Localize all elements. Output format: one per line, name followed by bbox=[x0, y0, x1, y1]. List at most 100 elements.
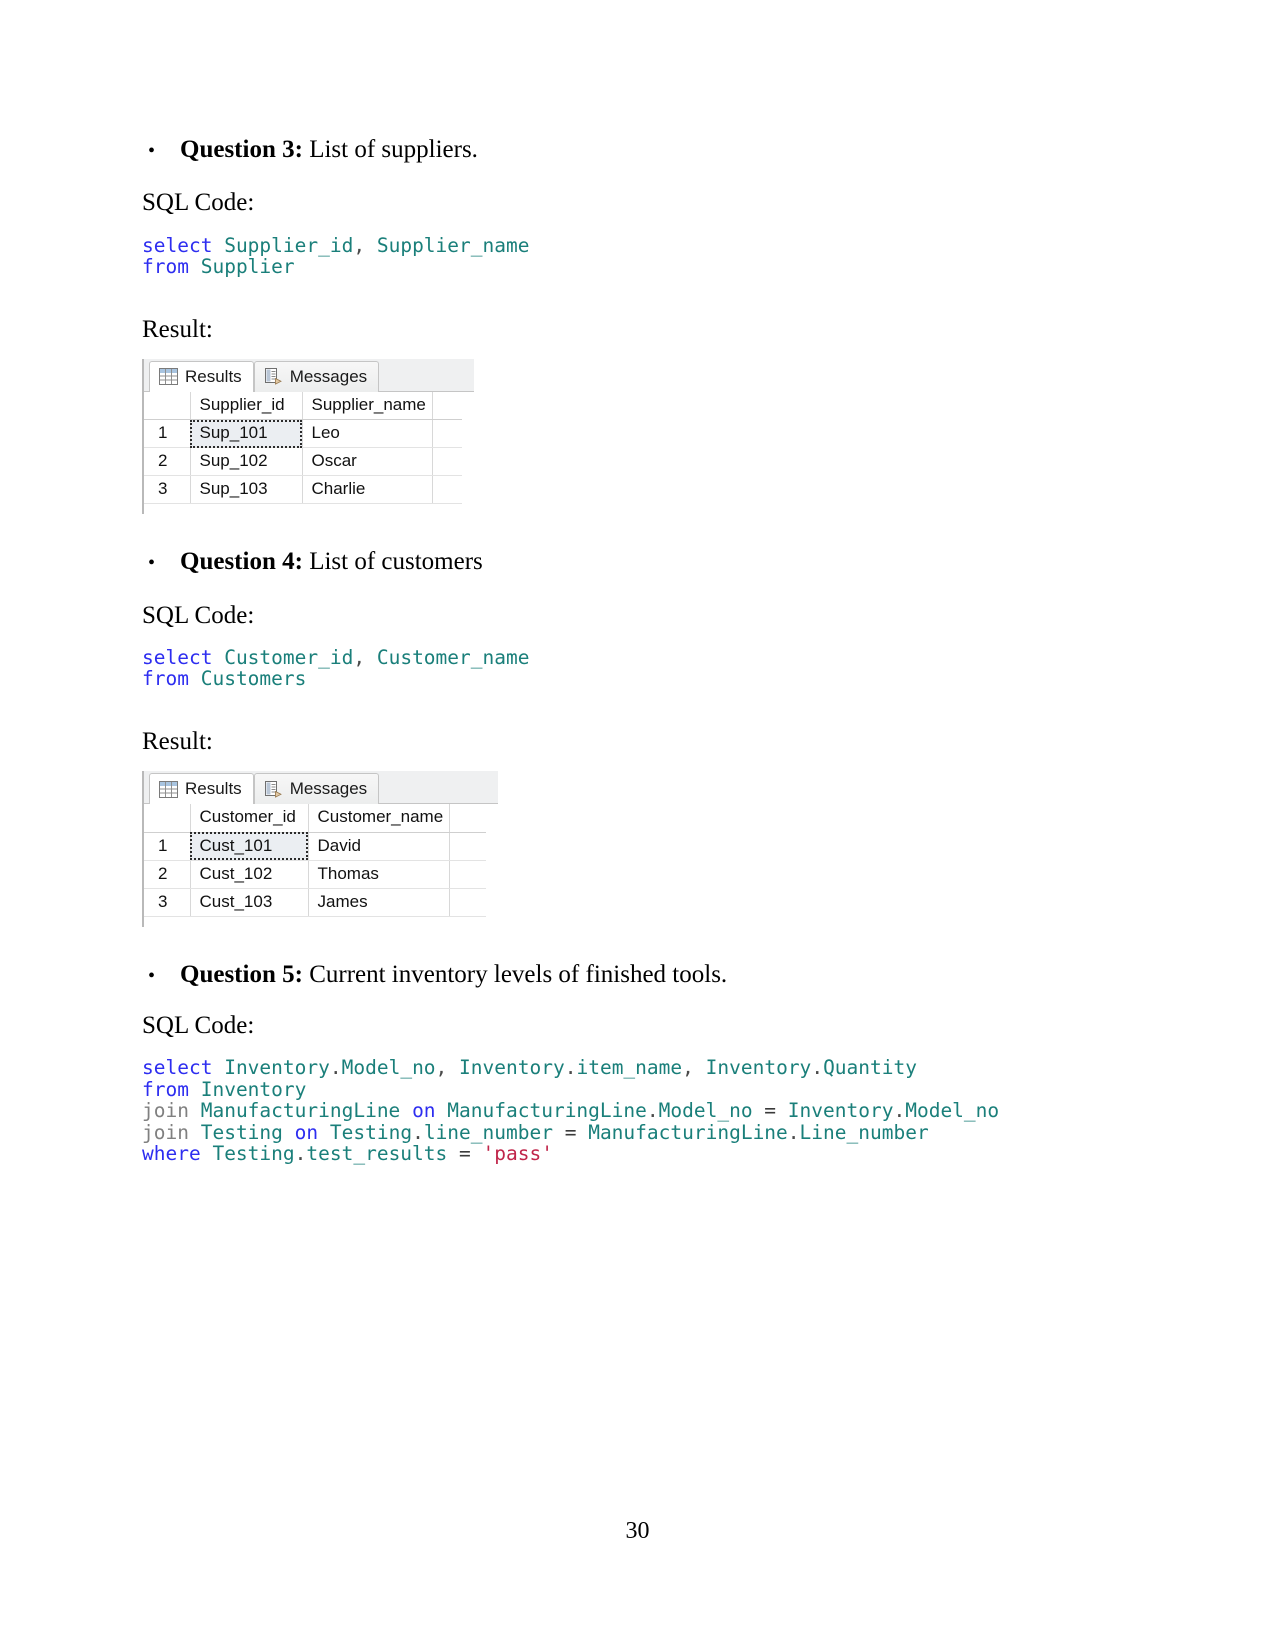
code-token: on bbox=[294, 1120, 319, 1144]
code-token: , bbox=[435, 1056, 448, 1079]
row-number[interactable]: 1 bbox=[144, 832, 191, 861]
sql-code-block: select Customer_id, Customer_name from C… bbox=[142, 647, 1142, 690]
tab-results[interactable]: Results bbox=[149, 773, 254, 804]
grid-icon bbox=[159, 368, 178, 386]
question-heading: • Question 4: List of customers bbox=[142, 546, 1142, 577]
grid-cell[interactable]: Sup_103 bbox=[190, 475, 303, 505]
grid-corner-cell[interactable] bbox=[144, 391, 191, 421]
tab-label: Results bbox=[185, 366, 242, 386]
results-pane-bottom bbox=[144, 504, 474, 515]
code-token: . bbox=[294, 1142, 307, 1165]
code-token: ManufacturingLine bbox=[588, 1120, 788, 1144]
code-token: Customer_id bbox=[224, 645, 354, 669]
table-row[interactable]: 1 Cust_101 David bbox=[144, 832, 486, 861]
code-token: . bbox=[564, 1056, 577, 1079]
messages-icon bbox=[264, 368, 282, 386]
document-page: • Question 3: List of suppliers. SQL Code:… bbox=[0, 0, 1275, 1651]
results-grid-wrapper: Customer_id Customer_name 1 Cust_101 David 2 C… bbox=[144, 804, 498, 917]
grid-filler-header bbox=[449, 804, 486, 833]
grid-filler-cell bbox=[432, 447, 462, 477]
code-token: Customers bbox=[200, 667, 307, 691]
grid-filler-header bbox=[432, 391, 462, 421]
grid-cell[interactable]: Cust_101 bbox=[190, 832, 309, 861]
tab-messages[interactable]: Messages bbox=[253, 773, 380, 804]
question-text: Question 5: Current inventory levels of … bbox=[180, 959, 1142, 990]
sql-code-block: select Inventory.Model_no, Inventory.ite… bbox=[142, 1057, 1142, 1165]
grid-cell[interactable]: Sup_101 bbox=[190, 419, 303, 449]
grid-cell[interactable]: Cust_102 bbox=[190, 860, 309, 889]
column-header[interactable]: Customer_name bbox=[308, 804, 451, 833]
table-row[interactable]: 3 Sup_103 Charlie bbox=[144, 475, 462, 505]
code-token: ManufacturingLine bbox=[200, 1099, 401, 1122]
results-grid[interactable]: Supplier_id Supplier_name 1 Sup_101 Leo 2 Sup_… bbox=[144, 391, 462, 505]
column-header[interactable]: Customer_id bbox=[190, 804, 309, 833]
code-token: Testing bbox=[329, 1120, 413, 1144]
results-pane-inner: Results Messages Customer_id Customer_name… bbox=[142, 771, 498, 927]
results-tabstrip: Results Messages bbox=[144, 771, 498, 804]
tab-messages[interactable]: Messages bbox=[253, 360, 380, 392]
code-token: = bbox=[447, 1142, 483, 1165]
code-token: . bbox=[329, 1056, 342, 1079]
tab-results[interactable]: Results bbox=[149, 360, 254, 392]
code-token: Inventory bbox=[787, 1099, 894, 1122]
tab-label: Messages bbox=[289, 779, 368, 798]
code-token: . bbox=[646, 1099, 659, 1122]
code-token: Inventory bbox=[224, 1056, 330, 1079]
column-header[interactable]: Supplier_name bbox=[302, 391, 433, 421]
grid-corner-cell[interactable] bbox=[144, 804, 191, 833]
grid-cell[interactable]: Oscar bbox=[302, 447, 433, 477]
code-token: = bbox=[552, 1120, 589, 1144]
table-row[interactable]: 3 Cust_103 James bbox=[144, 888, 486, 917]
code-token: Testing bbox=[200, 1120, 283, 1144]
code-token: where bbox=[142, 1142, 201, 1165]
table-row[interactable]: 2 Sup_102 Oscar bbox=[144, 447, 462, 477]
grid-icon bbox=[159, 780, 178, 798]
grid-cell[interactable]: Cust_103 bbox=[190, 888, 309, 917]
code-token: . bbox=[811, 1056, 824, 1079]
grid-cell[interactable]: Thomas bbox=[308, 860, 451, 889]
question-text: Question 3: List of suppliers. bbox=[180, 134, 1142, 165]
row-number[interactable]: 3 bbox=[144, 475, 191, 505]
results-pane: Results Messages Supplier_id Supplier_name… bbox=[142, 358, 474, 515]
code-token: Model_no bbox=[341, 1056, 436, 1079]
code-token: select bbox=[142, 1056, 213, 1079]
code-token: , bbox=[353, 233, 366, 257]
row-number[interactable]: 1 bbox=[144, 419, 191, 449]
question-body: List of suppliers. bbox=[302, 136, 478, 163]
code-token: on bbox=[412, 1099, 436, 1122]
row-number[interactable]: 2 bbox=[144, 447, 191, 477]
result-label: Result: bbox=[142, 315, 213, 343]
table-row[interactable]: 1 Sup_101 Leo bbox=[144, 419, 462, 449]
column-header[interactable]: Supplier_id bbox=[190, 391, 303, 421]
code-token: Line_number bbox=[799, 1120, 929, 1144]
table-row[interactable]: 2 Cust_102 Thomas bbox=[144, 860, 486, 889]
code-token: 'pass' bbox=[482, 1142, 553, 1165]
code-token: test_results bbox=[306, 1142, 448, 1165]
grid-cell[interactable]: Charlie bbox=[302, 475, 433, 505]
sql-code-label: SQL Code: bbox=[142, 1011, 255, 1039]
code-token: Testing bbox=[212, 1142, 295, 1165]
code-token: ManufacturingLine bbox=[447, 1099, 647, 1122]
code-token: join bbox=[142, 1120, 189, 1144]
question-label: Question 3: bbox=[180, 136, 303, 163]
row-number[interactable]: 3 bbox=[144, 888, 191, 917]
grid-cell[interactable]: Sup_102 bbox=[190, 447, 303, 477]
grid-cell[interactable]: David bbox=[308, 832, 451, 861]
grid-filler-cell bbox=[432, 475, 462, 505]
grid-filler-cell bbox=[449, 888, 486, 917]
results-grid[interactable]: Customer_id Customer_name 1 Cust_101 David 2 C… bbox=[144, 804, 486, 917]
code-token: . bbox=[787, 1120, 800, 1144]
grid-cell[interactable]: Leo bbox=[302, 419, 433, 449]
grid-cell[interactable]: James bbox=[308, 888, 451, 917]
row-number[interactable]: 2 bbox=[144, 860, 191, 889]
